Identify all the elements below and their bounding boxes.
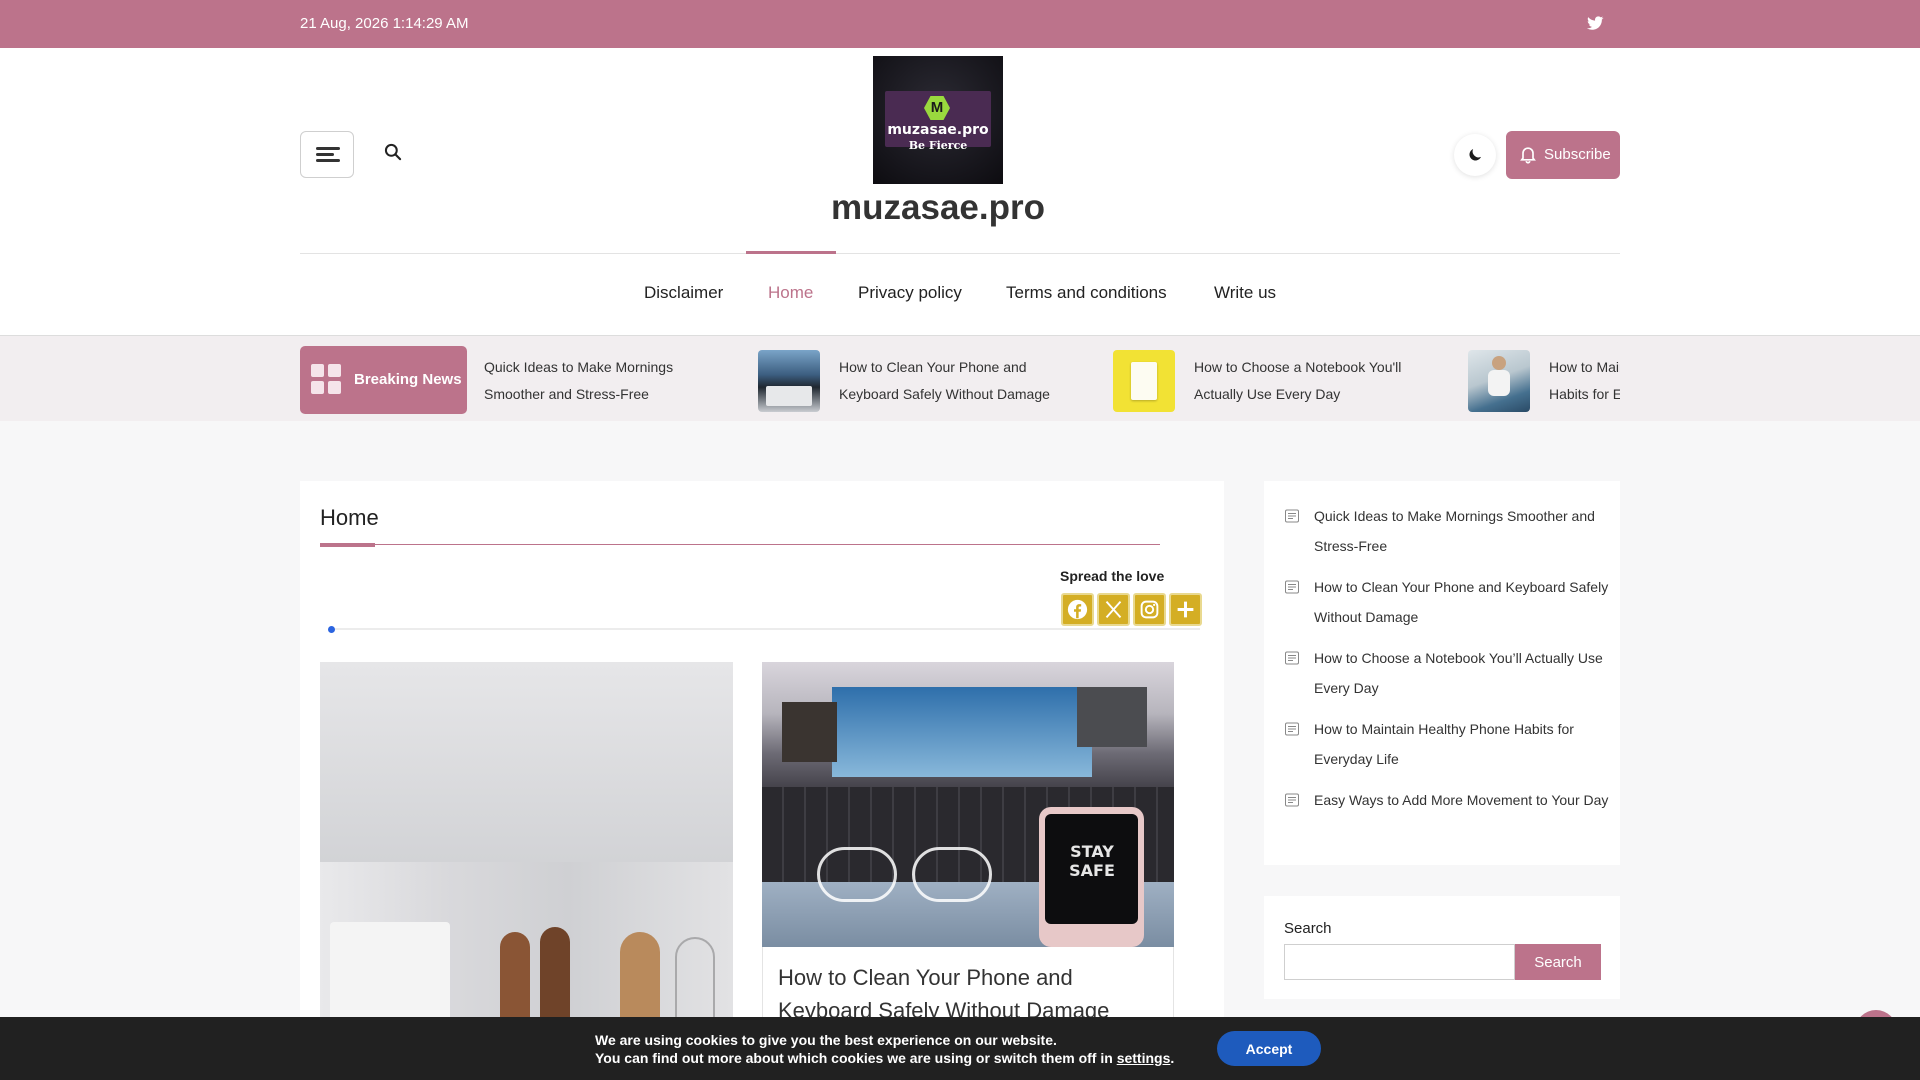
- moon-icon: [1469, 149, 1481, 161]
- nav-item-home[interactable]: Home: [768, 283, 813, 303]
- cookie-message: We are using cookies to give you the bes…: [595, 1032, 1057, 1048]
- post-thumbnail[interactable]: STAY SAFE: [762, 662, 1174, 947]
- document-icon: [1285, 580, 1299, 594]
- main-content-card: Home Spread the love STAY SAFE How to Cl: [300, 481, 1224, 1080]
- logo-text: muzasae.pro: [887, 122, 989, 138]
- search-button[interactable]: Search: [1515, 944, 1601, 980]
- share-instagram-button[interactable]: [1133, 593, 1166, 626]
- search-label: Search: [1284, 920, 1332, 937]
- document-icon: [1285, 651, 1299, 665]
- document-icon: [1285, 722, 1299, 736]
- grid-icon: [311, 364, 343, 396]
- ticker-item[interactable]: How to Choose a Notebook You'll Actually…: [1113, 344, 1453, 414]
- menu-toggle-button[interactable]: [300, 131, 354, 178]
- logo-slogan: Be Fierce: [908, 139, 968, 152]
- spread-the-love-label: Spread the love: [1060, 568, 1165, 584]
- nav-divider: [300, 253, 1620, 254]
- share-more-button[interactable]: [1169, 593, 1202, 626]
- share-x-button[interactable]: [1097, 593, 1130, 626]
- plus-icon: [1177, 601, 1194, 618]
- nav-item-write-us[interactable]: Write us: [1214, 283, 1276, 303]
- hamburger-icon: [316, 147, 340, 150]
- instagram-icon: [1140, 600, 1159, 619]
- subscribe-label: Subscribe: [1544, 146, 1611, 163]
- breaking-news-ticker: Breaking News Quick Ideas to Make Mornin…: [0, 335, 1920, 421]
- x-icon: [1105, 600, 1122, 619]
- nav-item-disclaimer[interactable]: Disclaimer: [644, 283, 723, 303]
- site-logo[interactable]: M muzasae.pro Be Fierce: [873, 56, 1003, 184]
- slider-dot[interactable]: [328, 626, 335, 633]
- ticker-thumbnail: [1468, 350, 1530, 412]
- facebook-icon: [1067, 599, 1088, 620]
- ticker-thumbnail: [758, 350, 820, 412]
- current-datetime: 21 Aug, 2026 1:14:29 AM: [300, 15, 469, 32]
- document-icon: [1285, 509, 1299, 523]
- site-title[interactable]: muzasae.pro: [0, 188, 1876, 228]
- nav-active-indicator: [746, 251, 836, 254]
- ticker-item[interactable]: Quick Ideas to Make Mornings Smoother an…: [484, 344, 764, 414]
- subscribe-button[interactable]: Subscribe: [1506, 131, 1620, 179]
- search-input[interactable]: [1284, 944, 1515, 980]
- title-underline: [320, 544, 1160, 545]
- post-thumbnail[interactable]: [320, 662, 733, 1022]
- top-bar: 21 Aug, 2026 1:14:29 AM: [0, 0, 1920, 48]
- twitter-icon[interactable]: [1585, 13, 1605, 33]
- cookie-message-settings: You can find out more about which cookie…: [595, 1050, 1175, 1066]
- search-icon[interactable]: [383, 142, 403, 162]
- nav-item-terms[interactable]: Terms and conditions: [1006, 283, 1167, 303]
- bell-icon: [1520, 147, 1536, 164]
- cookie-accept-button[interactable]: Accept: [1217, 1031, 1321, 1066]
- cookie-consent-bar: We are using cookies to give you the bes…: [0, 1017, 1920, 1080]
- recent-posts-widget: Quick Ideas to Make Mornings Smoother an…: [1264, 481, 1620, 865]
- page-title: Home: [320, 505, 379, 530]
- document-icon: [1285, 793, 1299, 807]
- breaking-news-label: Breaking News: [300, 346, 467, 414]
- cookie-settings-link[interactable]: settings: [1117, 1050, 1171, 1066]
- ticker-item[interactable]: How to Maintain Healthy Phone Habits for…: [1468, 344, 1620, 414]
- share-facebook-button[interactable]: [1061, 593, 1094, 626]
- search-widget: Search Search: [1264, 896, 1620, 999]
- ticker-thumbnail: [1113, 350, 1175, 412]
- ticker-item[interactable]: How to Clean Your Phone and Keyboard Saf…: [758, 344, 1098, 414]
- phone-screen-text: STAY SAFE: [1069, 842, 1115, 880]
- slider-track: [330, 628, 1200, 630]
- nav-item-privacy-policy[interactable]: Privacy policy: [858, 283, 962, 303]
- dark-mode-toggle[interactable]: [1454, 134, 1496, 176]
- site-header: M muzasae.pro Be Fierce muzasae.pro Subs…: [0, 48, 1920, 335]
